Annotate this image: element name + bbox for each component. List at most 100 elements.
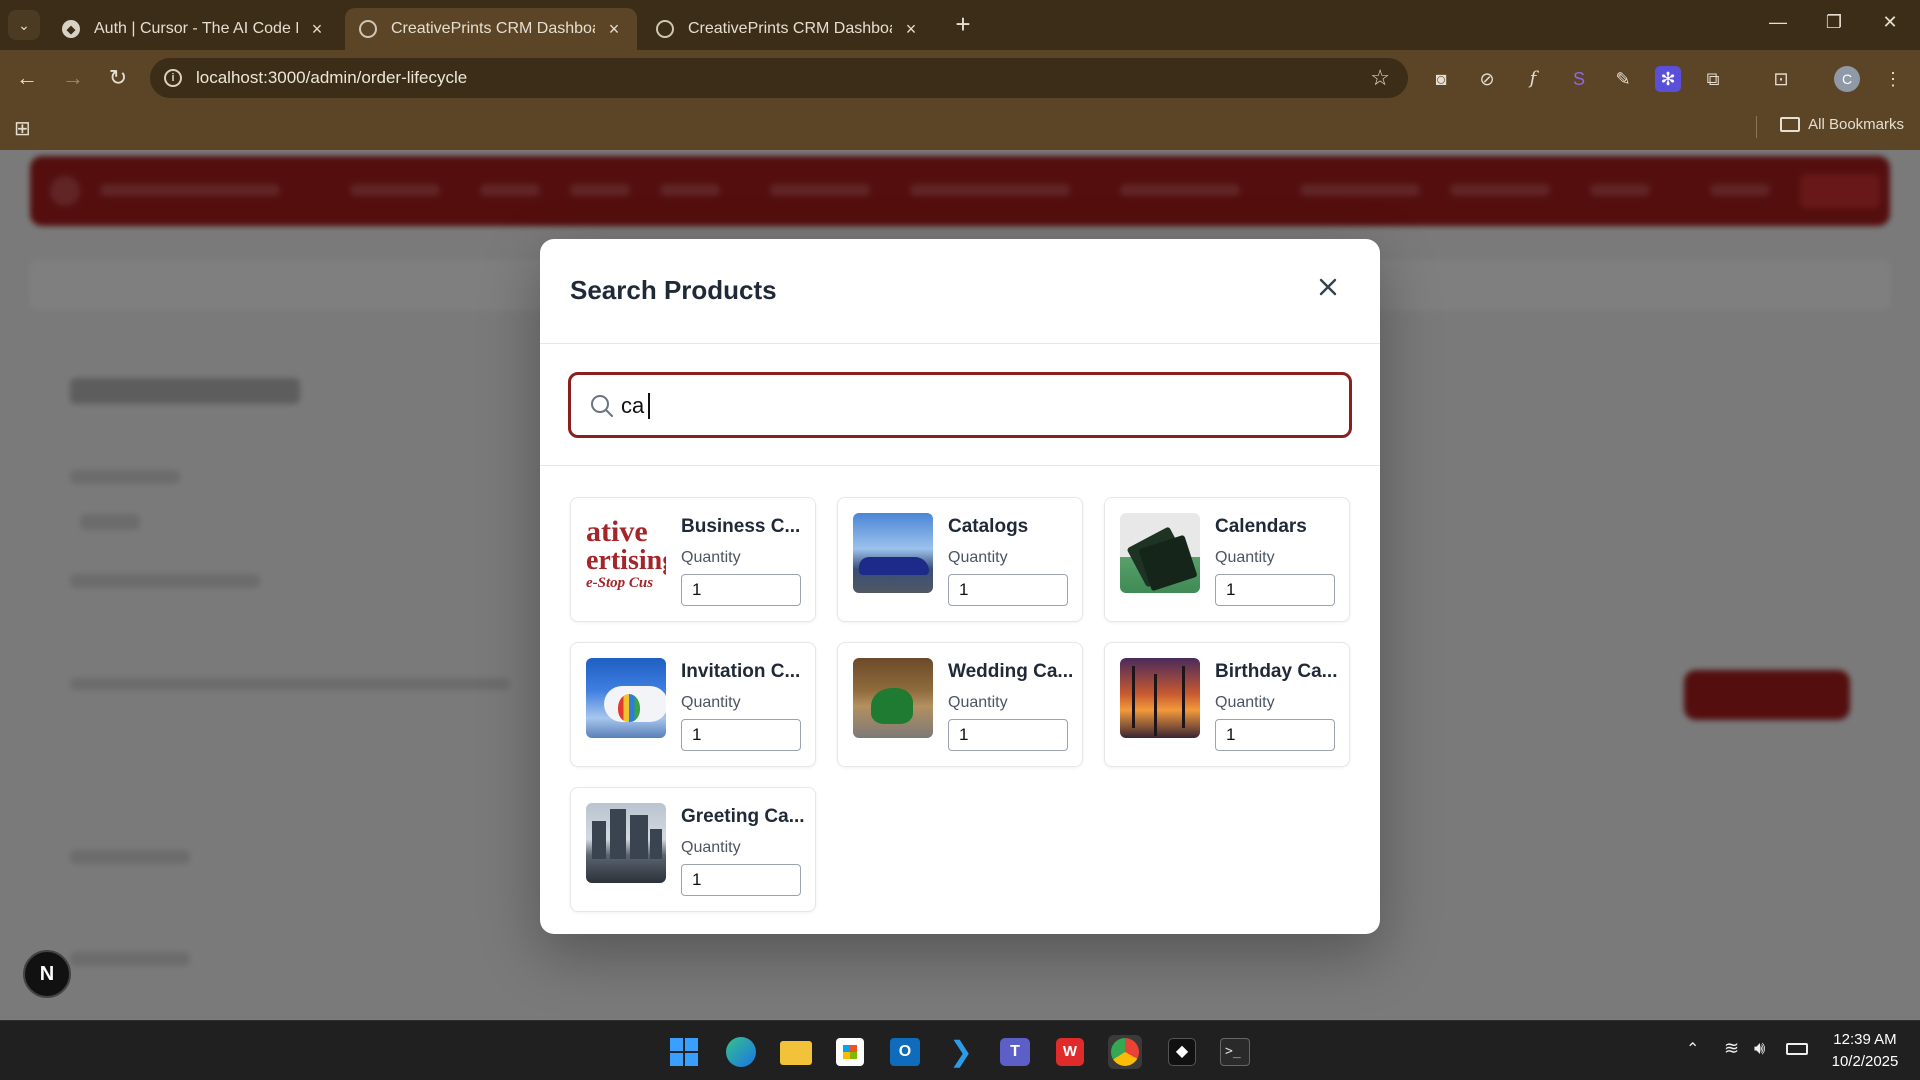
bookmark-star-icon[interactable]: ☆ <box>1370 65 1390 91</box>
product-card-invitation-cards[interactable]: Invitation C... Quantity <box>570 642 816 767</box>
chrome-icon[interactable] <box>1108 1035 1142 1069</box>
chrome-menu-icon[interactable]: ⋮ <box>1880 66 1906 92</box>
bookmarks-bar: ⊞ All Bookmarks <box>0 106 1920 150</box>
store-icon[interactable] <box>836 1038 864 1066</box>
close-window-button[interactable]: ✕ <box>1870 12 1910 33</box>
camera-extension-icon[interactable]: ◙ <box>1428 66 1454 92</box>
search-input[interactable] <box>621 389 1321 423</box>
formula-extension-icon[interactable]: f <box>1520 66 1546 92</box>
product-card-catalogs[interactable]: Catalogs Quantity <box>837 497 1083 622</box>
tab-search-button[interactable]: ⌄ <box>8 10 40 40</box>
compass-extension-icon[interactable]: ⊘ <box>1474 66 1500 92</box>
cursor-favicon-icon: ◆ <box>62 20 80 38</box>
search-icon <box>591 395 613 417</box>
product-card-greeting-cards[interactable]: Greeting Ca... Quantity <box>570 787 816 912</box>
all-bookmarks-button[interactable]: All Bookmarks <box>1780 116 1904 133</box>
clock-time[interactable]: 12:39 AM <box>1820 1031 1910 1048</box>
product-card-wedding-cards[interactable]: Wedding Ca... Quantity <box>837 642 1083 767</box>
product-name: Birthday Ca... <box>1215 661 1338 682</box>
s-extension-icon[interactable]: S <box>1566 66 1592 92</box>
quantity-input[interactable] <box>681 864 801 896</box>
quantity-input[interactable] <box>948 574 1068 606</box>
quantity-label: Quantity <box>948 694 1008 711</box>
forward-button[interactable]: → <box>58 64 88 94</box>
quantity-input[interactable] <box>948 719 1068 751</box>
tab-title: Auth | Cursor - The AI Code Edi <box>94 20 298 37</box>
hot-air-balloon-thumb <box>586 658 666 738</box>
start-windows-icon[interactable] <box>670 1038 698 1066</box>
file-explorer-icon[interactable] <box>780 1041 812 1065</box>
tab-crm-dashboard-active[interactable]: CreativePrints CRM Dashboard × <box>345 8 637 50</box>
search-products-modal: Search Products ative ertising e-Stop Cu… <box>540 239 1380 934</box>
car-photo-thumb <box>853 513 933 593</box>
product-name: Calendars <box>1215 516 1307 537</box>
new-tab-button[interactable]: + <box>948 10 978 40</box>
black-cards-thumb <box>1120 513 1200 593</box>
product-name: Greeting Ca... <box>681 806 805 827</box>
terminal-icon[interactable]: >_ <box>1220 1038 1250 1066</box>
globe-favicon-icon <box>656 20 674 38</box>
browser-tab-strip: ⌄ ◆ Auth | Cursor - The AI Code Edi × Cr… <box>0 0 1920 50</box>
volume-icon[interactable]: 🔊︎ <box>1754 1038 1765 1059</box>
search-section <box>540 344 1380 466</box>
restore-button[interactable]: ❐ <box>1814 12 1854 33</box>
clock-date[interactable]: 10/2/2025 <box>1820 1053 1910 1070</box>
product-name: Business C... <box>681 516 801 537</box>
screenshot-icon[interactable]: ⊡ <box>1768 66 1794 92</box>
quantity-label: Quantity <box>681 549 741 566</box>
tab-title: CreativePrints CRM Dashboard <box>391 20 595 37</box>
quantity-input[interactable] <box>681 574 801 606</box>
product-name: Wedding Ca... <box>948 661 1074 682</box>
eyedropper-extension-icon[interactable]: ✎ <box>1610 66 1636 92</box>
thumb-text: ertising <box>586 545 666 576</box>
close-icon[interactable] <box>1314 273 1342 301</box>
modal-title: Search Products <box>570 275 777 305</box>
teams-icon[interactable]: T <box>1000 1038 1030 1066</box>
tab-title: CreativePrints CRM Dashboard <box>688 20 892 37</box>
wifi-icon[interactable]: ≋ <box>1724 1038 1739 1059</box>
product-card-calendars[interactable]: Calendars Quantity <box>1104 497 1350 622</box>
tab-close-icon[interactable]: × <box>605 19 623 40</box>
quantity-input[interactable] <box>681 719 801 751</box>
nextjs-dev-badge[interactable]: N <box>23 950 71 998</box>
folder-icon <box>1780 117 1801 132</box>
tab-close-icon[interactable]: × <box>308 19 326 40</box>
vscode-icon[interactable]: ❯ <box>946 1037 976 1067</box>
cursor-app-icon[interactable]: ◆ <box>1168 1038 1196 1066</box>
quantity-label: Quantity <box>681 694 741 711</box>
quantity-input[interactable] <box>1215 719 1335 751</box>
address-bar[interactable]: i localhost:3000/admin/order-lifecycle ☆ <box>150 58 1408 98</box>
quantity-label: Quantity <box>681 839 741 856</box>
apps-grid-icon[interactable]: ⊞ <box>14 116 31 141</box>
site-info-icon[interactable]: i <box>164 69 182 87</box>
battery-icon[interactable] <box>1786 1043 1808 1055</box>
extensions-puzzle-icon[interactable]: ⧉ <box>1700 66 1726 92</box>
all-bookmarks-label: All Bookmarks <box>1808 116 1904 133</box>
tab-auth-cursor[interactable]: ◆ Auth | Cursor - The AI Code Edi × <box>48 8 340 50</box>
reload-button[interactable]: ↻ <box>103 64 133 94</box>
edge-icon[interactable] <box>726 1037 756 1067</box>
globe-favicon-icon <box>359 20 377 38</box>
search-field[interactable] <box>568 372 1352 438</box>
minimize-button[interactable]: — <box>1758 12 1798 33</box>
product-name: Invitation C... <box>681 661 801 682</box>
browser-toolbar: ← → ↻ i localhost:3000/admin/order-lifec… <box>0 50 1920 106</box>
city-skyline-thumb <box>586 803 666 883</box>
quantity-input[interactable] <box>1215 574 1335 606</box>
product-card-birthday-cards[interactable]: Birthday Ca... Quantity <box>1104 642 1350 767</box>
business-cards-thumb: ative ertising e-Stop Cus <box>586 513 666 593</box>
palm-sunset-thumb <box>1120 658 1200 738</box>
quantity-label: Quantity <box>948 549 1008 566</box>
quantity-label: Quantity <box>1215 549 1275 566</box>
modal-header: Search Products <box>540 239 1380 344</box>
wps-icon[interactable]: W <box>1056 1038 1084 1066</box>
tab-crm-dashboard[interactable]: CreativePrints CRM Dashboard × <box>642 8 934 50</box>
back-button[interactable]: ← <box>12 64 42 94</box>
motorcycle-thumb <box>853 658 933 738</box>
tab-close-icon[interactable]: × <box>902 19 920 40</box>
profile-avatar[interactable]: C <box>1834 66 1860 92</box>
outlook-icon[interactable]: O <box>890 1038 920 1066</box>
product-card-business-cards[interactable]: ative ertising e-Stop Cus Business C... … <box>570 497 816 622</box>
hidden-icons-chevron-icon[interactable]: ⌃ <box>1686 1039 1699 1059</box>
snowflake-extension-icon[interactable]: ✻ <box>1655 66 1681 92</box>
